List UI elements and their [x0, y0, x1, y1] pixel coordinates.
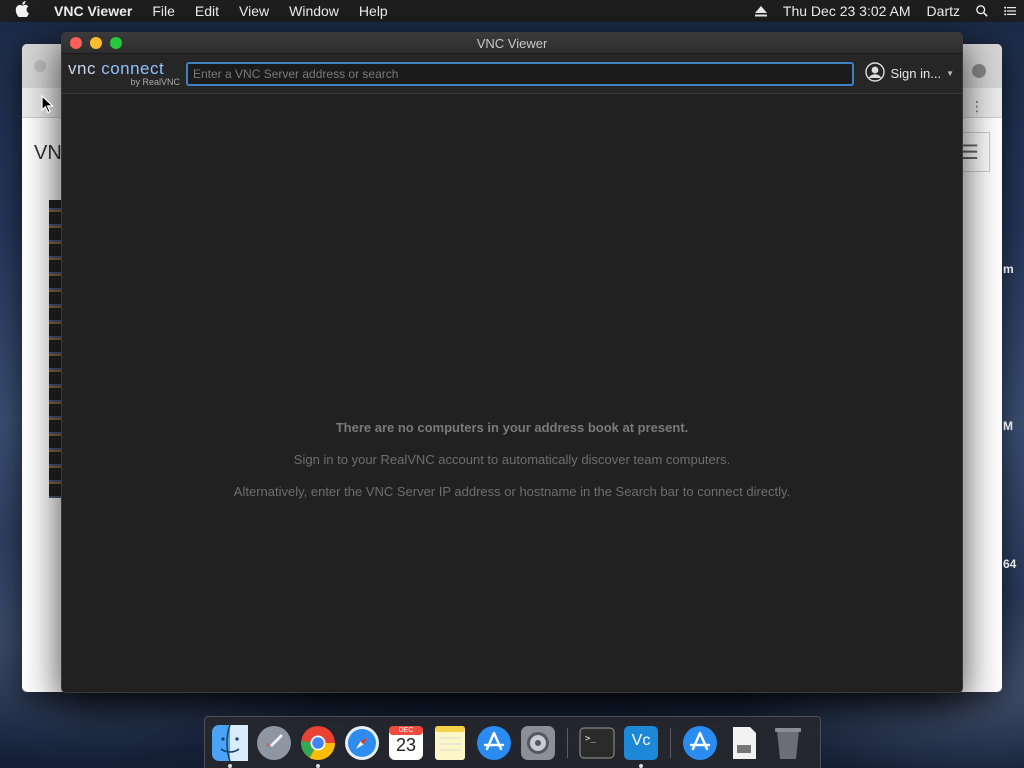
dock-disk[interactable] — [725, 724, 763, 762]
background-edge-text: M — [1003, 419, 1013, 433]
dock-separator — [670, 727, 671, 758]
vnc-connect-logo: vnc connect by RealVNC — [68, 60, 180, 87]
calendar-month: DEC — [398, 726, 414, 734]
background-profile-icon[interactable] — [972, 64, 986, 78]
alternative-hint: Alternatively, enter the VNC Server IP a… — [233, 484, 791, 499]
user-avatar-icon — [865, 62, 886, 85]
dock-safari[interactable] — [343, 724, 381, 762]
running-indicator — [316, 763, 320, 768]
chrome-icon — [301, 725, 335, 760]
sign-in-button[interactable]: Sign in... ▼ — [865, 62, 954, 85]
background-icon-strip — [49, 200, 61, 498]
sign-in-hint: Sign in to your RealVNC account to autom… — [293, 452, 731, 467]
dock-finder[interactable] — [211, 724, 249, 768]
close-window-button[interactable] — [70, 37, 82, 49]
disk-icon — [733, 726, 756, 759]
vnc-toolbar: vnc connect by RealVNC Sign in... ▼ — [62, 54, 962, 94]
menu-clock[interactable]: Thu Dec 23 3:02 AM — [775, 3, 919, 19]
zoom-window-button[interactable] — [110, 37, 122, 49]
dock-separator — [567, 727, 568, 758]
vnc-titlebar[interactable]: VNC Viewer — [62, 33, 962, 54]
rocket-icon — [257, 725, 291, 760]
terminal-prompt: >_ — [585, 733, 596, 744]
window-title: VNC Viewer — [476, 35, 548, 51]
calendar-day: 23 — [395, 734, 417, 755]
compass-icon — [345, 725, 379, 760]
running-indicator — [228, 763, 232, 768]
menu-file[interactable]: File — [142, 3, 185, 19]
menu-view[interactable]: View — [229, 3, 279, 19]
logo-text-vnc: vnc — [68, 59, 102, 78]
menu-app-name[interactable]: VNC Viewer — [44, 3, 142, 19]
mouse-cursor-icon — [41, 94, 54, 119]
spotlight-search-icon[interactable] — [968, 0, 996, 22]
notification-center-icon[interactable] — [996, 0, 1024, 22]
running-indicator — [639, 763, 643, 768]
apple-menu-icon[interactable] — [0, 1, 44, 21]
notes-icon — [435, 725, 465, 760]
background-kebab-icon[interactable]: ⋮ — [970, 98, 984, 115]
dock: DEC 23 >_ Vc — [204, 716, 821, 768]
menu-bar: VNC Viewer File Edit View Window Help Th… — [0, 0, 1024, 22]
dock-calendar[interactable]: DEC 23 — [387, 724, 425, 762]
empty-address-book-message: There are no computers in your address b… — [335, 420, 689, 435]
vnc-icon-label: Vc — [631, 731, 651, 749]
sign-in-label: Sign in... — [890, 66, 942, 81]
background-close-dot — [34, 60, 46, 72]
dock-launchpad[interactable] — [255, 724, 293, 762]
background-page-title: VN — [34, 142, 62, 164]
menu-user[interactable]: Dartz — [919, 3, 968, 19]
menu-edit[interactable]: Edit — [185, 3, 229, 19]
dock-downloads[interactable] — [681, 724, 719, 762]
eject-icon[interactable] — [747, 0, 775, 22]
logo-byline: by RealVNC — [130, 77, 180, 87]
app-store-icon — [683, 725, 717, 760]
dock-system-preferences[interactable] — [519, 724, 557, 762]
minimize-window-button[interactable] — [90, 37, 102, 49]
dock-notes[interactable] — [431, 724, 469, 762]
dock-app-store[interactable] — [475, 724, 513, 762]
chevron-down-icon: ▼ — [946, 69, 954, 78]
address-book-area[interactable]: There are no computers in your address b… — [62, 94, 962, 692]
dock-trash[interactable] — [769, 724, 807, 762]
menu-help[interactable]: Help — [349, 3, 398, 19]
dock-vnc-viewer[interactable]: Vc — [622, 724, 660, 768]
background-edge-text: m — [1003, 262, 1014, 276]
vnc-server-search-input[interactable] — [186, 61, 854, 86]
dock-chrome[interactable] — [299, 724, 337, 768]
logo-text-connect: connect — [101, 59, 165, 78]
vnc-viewer-window[interactable]: VNC Viewer vnc connect by RealVNC Sign i… — [61, 32, 963, 693]
menu-window[interactable]: Window — [279, 3, 349, 19]
background-edge-text: 64 — [1003, 557, 1017, 571]
app-store-icon — [477, 725, 511, 760]
trash-icon — [775, 727, 801, 759]
finder-icon — [212, 724, 248, 761]
dock-terminal[interactable]: >_ — [578, 724, 616, 762]
gear-icon — [521, 725, 555, 760]
